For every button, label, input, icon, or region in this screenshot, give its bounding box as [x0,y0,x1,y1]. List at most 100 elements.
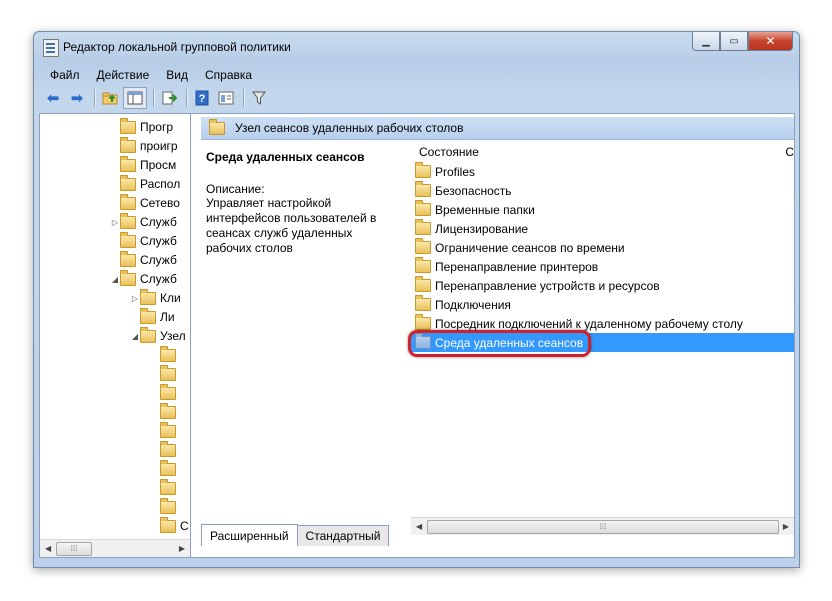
menu-bar: Файл Действие Вид Справка [42,65,792,85]
tree-item[interactable]: Ли [130,307,175,326]
tree-item-label: Распол [140,177,181,191]
tree-item[interactable] [150,478,180,497]
tree-item[interactable]: ◢ Служб [110,269,177,288]
minimize-icon: ▁ [702,35,710,47]
list-item-label: Перенаправление принтеров [435,259,599,274]
list-item-label: Посредник подключений к удаленному рабоч… [435,316,743,331]
menu-action[interactable]: Действие [89,68,159,82]
list-item-label: Временные папки [435,202,535,217]
forward-button[interactable]: ➡ [66,88,88,108]
scroll-left-icon[interactable]: ◀ [45,544,51,553]
export-list-button[interactable] [158,88,180,108]
tree-item[interactable]: ▷ Кли [130,288,181,307]
tab-extended[interactable]: Расширенный [201,524,298,546]
list-item[interactable]: Ограничение сеансов по времени [411,238,794,257]
menu-file[interactable]: Файл [42,68,89,82]
back-button[interactable]: ⬅ [42,88,64,108]
tree-item[interactable] [150,459,180,478]
list-item-label: Безопасность [435,183,512,198]
folder-icon [160,516,176,533]
folder-icon [160,402,176,419]
tree-item[interactable]: Служб [110,231,177,250]
list-item[interactable]: Посредник подключений к удаленному рабоч… [411,314,794,333]
folder-icon [140,288,156,305]
tree-item[interactable] [150,440,180,459]
scroll-right-icon[interactable]: ▶ [179,544,185,553]
close-button[interactable]: ✕ [748,32,793,51]
expand-triangle-icon[interactable]: ▷ [130,294,140,303]
tab-standard[interactable]: Стандартный [296,525,390,546]
list-item[interactable]: Перенаправление устройств и ресурсов [411,276,794,295]
tree-item[interactable] [150,497,180,516]
tree-item-label: Служб [140,253,177,267]
title-bar[interactable]: Редактор локальной групповой политики ▁ … [34,32,799,62]
view-tabs: Расширенный Стандартный [201,524,794,546]
folder-icon [415,238,431,254]
tree-item[interactable] [150,383,180,402]
folder-icon [160,383,176,400]
tree-item[interactable]: Распол [110,174,181,193]
column-state-header[interactable]: Состояние [411,145,479,159]
menu-help[interactable]: Справка [197,68,261,82]
description-title: Среда удаленных сеансов [206,150,365,164]
list-item[interactable]: Подключения [411,295,794,314]
up-folder-icon [102,92,118,105]
help-icon: ? [195,90,209,106]
tree-item[interactable]: Прогр [110,117,173,136]
app-window: Редактор локальной групповой политики ▁ … [33,31,800,568]
folder-icon [415,162,431,178]
filter-button[interactable] [248,88,270,108]
tree-horizontal-scrollbar[interactable]: ◀ ⁞⁞⁞ ▶ [40,539,190,557]
tree-item-label: С [180,519,189,533]
collapse-triangle-icon[interactable]: ◢ [130,332,140,341]
up-level-button[interactable] [99,88,121,108]
tree-item-label: Ли [160,310,175,324]
tree-item[interactable]: Сетево [110,193,180,212]
tree-item[interactable]: Служб [110,250,177,269]
close-icon: ✕ [765,34,776,48]
details-pane: Узел сеансов удаленных рабочих столов Ср… [201,114,794,557]
tree-item-label: Кли [160,291,181,305]
tree-item-label: Служб [140,272,177,286]
folder-icon [120,212,136,229]
collapse-triangle-icon[interactable]: ◢ [110,275,120,284]
console-tree[interactable]: Прогр проигр Просм Распол Сетево ▷ Служб Служб С… [40,114,191,557]
list-item[interactable]: Временные папки [411,200,794,219]
expand-triangle-icon[interactable]: ▷ [110,218,120,227]
tree-item[interactable] [150,345,180,364]
properties-button[interactable] [215,88,237,108]
minimize-button[interactable]: ▁ [692,32,720,51]
list-item[interactable]: Лицензирование [411,219,794,238]
maximize-button[interactable]: ▭ [720,32,748,51]
show-hide-tree-button[interactable] [123,87,147,109]
tree-item[interactable] [150,421,180,440]
details-header-title: Узел сеансов удаленных рабочих столов [235,121,464,135]
show-tree-icon [127,91,143,105]
tree-item[interactable]: С [150,516,189,535]
folder-icon [120,231,136,248]
back-arrow-icon: ⬅ [46,90,60,107]
tree-item[interactable]: ◢ Узел [130,326,186,345]
tree-item[interactable]: ▷ Служб [110,212,177,231]
list-item[interactable]: Среда удаленных сеансов [408,330,794,357]
tree-scroll-thumb[interactable]: ⁞⁞⁞ [56,542,92,556]
description-label: Описание: [206,182,265,196]
tree-item[interactable]: Просм [110,155,177,174]
tree-item-label: Сетево [140,196,180,210]
tree-item[interactable]: проигр [110,136,178,155]
column-comment-header[interactable]: С [785,145,794,159]
list-item[interactable]: Перенаправление принтеров [411,257,794,276]
tree-item[interactable] [150,402,180,421]
folder-icon [415,276,431,292]
menu-view[interactable]: Вид [158,68,197,82]
list-item[interactable]: Profiles [411,162,794,181]
list-item[interactable]: Безопасность [411,181,794,200]
tree-item-label: Просм [140,158,177,172]
folder-icon [415,314,431,330]
settings-list: Состояние С ◀ ⁞⁞⁞ ▶ Profiles Безопасность… [408,141,794,535]
help-button[interactable]: ? [191,88,213,108]
folder-icon [160,497,176,514]
tree-item[interactable] [150,364,180,383]
description-text: Управляет настройкой интерфейсов пользов… [206,196,377,255]
window-controls: ▁ ▭ ✕ [692,32,793,52]
